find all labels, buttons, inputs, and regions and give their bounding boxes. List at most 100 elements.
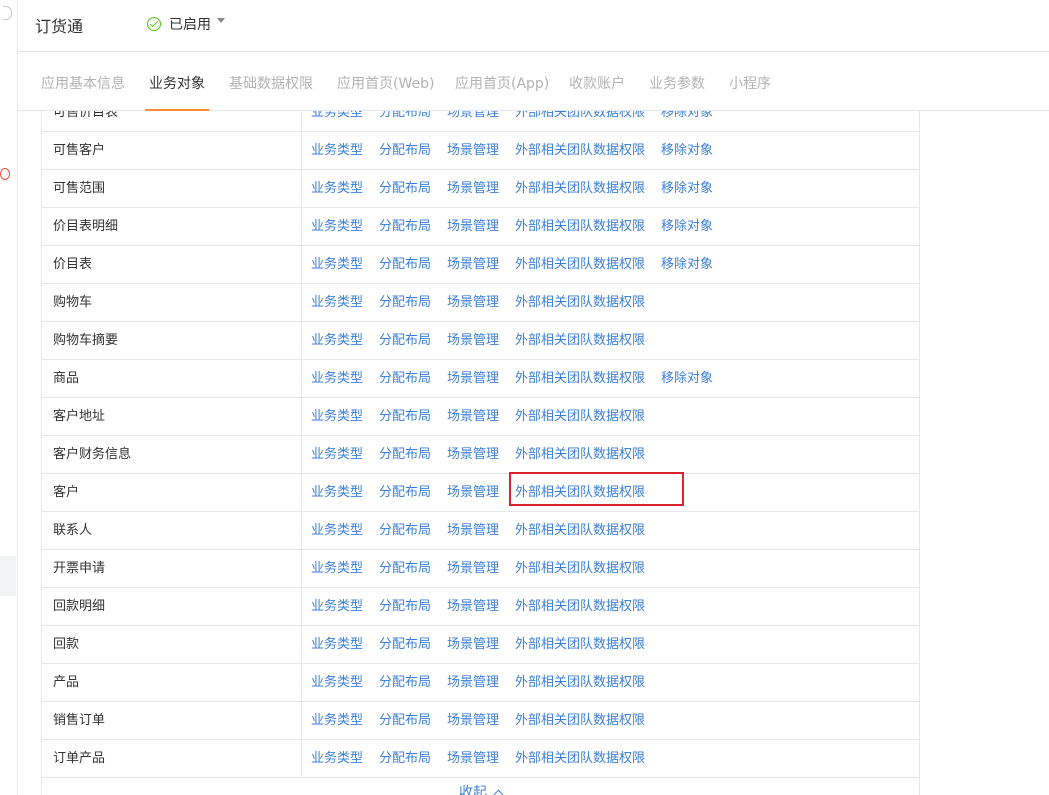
- external-team-permission-link[interactable]: 外部相关团队数据权限: [515, 512, 645, 549]
- assign-layout-link[interactable]: 分配布局: [379, 322, 431, 359]
- assign-layout-link[interactable]: 分配布局: [379, 588, 431, 625]
- assign-layout-link[interactable]: 分配布局: [379, 740, 431, 777]
- table-row: 价目表 业务类型 分配布局 场景管理 外部相关团队数据权限 移除对象: [41, 246, 920, 284]
- biz-type-link[interactable]: 业务类型: [311, 740, 363, 777]
- biz-type-link[interactable]: 业务类型: [311, 111, 363, 131]
- scene-management-link[interactable]: 场景管理: [447, 588, 499, 625]
- tab-home-app[interactable]: 应用首页(App): [455, 73, 549, 93]
- sidebar-active-item[interactable]: [0, 556, 16, 596]
- assign-layout-link[interactable]: 分配布局: [379, 360, 431, 397]
- remove-object-link[interactable]: 移除对象: [661, 111, 713, 131]
- assign-layout-link[interactable]: 分配布局: [379, 626, 431, 663]
- external-team-permission-link[interactable]: 外部相关团队数据权限: [515, 740, 645, 777]
- assign-layout-link[interactable]: 分配布局: [379, 550, 431, 587]
- tab-basic-data-permissions[interactable]: 基础数据权限: [229, 73, 313, 93]
- remove-object-link[interactable]: 移除对象: [661, 208, 713, 245]
- object-name: 联系人: [42, 512, 302, 549]
- biz-type-link[interactable]: 业务类型: [311, 132, 363, 169]
- external-team-permission-link[interactable]: 外部相关团队数据权限: [515, 474, 645, 511]
- table-row: 价目表明细 业务类型 分配布局 场景管理 外部相关团队数据权限 移除对象: [41, 208, 920, 246]
- external-team-permission-link[interactable]: 外部相关团队数据权限: [515, 284, 645, 321]
- scene-management-link[interactable]: 场景管理: [447, 626, 499, 663]
- tab-home-web[interactable]: 应用首页(Web): [337, 73, 434, 93]
- external-team-permission-link[interactable]: 外部相关团队数据权限: [515, 702, 645, 739]
- remove-object-link[interactable]: 移除对象: [661, 170, 713, 207]
- tab-mini-program[interactable]: 小程序: [729, 73, 771, 93]
- assign-layout-link[interactable]: 分配布局: [379, 398, 431, 435]
- assign-layout-link[interactable]: 分配布局: [379, 664, 431, 701]
- app-title: 订货通: [35, 17, 84, 36]
- biz-type-link[interactable]: 业务类型: [311, 474, 363, 511]
- object-name: 可售价目表: [42, 111, 302, 131]
- assign-layout-link[interactable]: 分配布局: [379, 246, 431, 283]
- scene-management-link[interactable]: 场景管理: [447, 170, 499, 207]
- remove-object-link[interactable]: 移除对象: [661, 360, 713, 397]
- assign-layout-link[interactable]: 分配布局: [379, 132, 431, 169]
- scene-management-link[interactable]: 场景管理: [447, 664, 499, 701]
- biz-type-link[interactable]: 业务类型: [311, 284, 363, 321]
- biz-type-link[interactable]: 业务类型: [311, 626, 363, 663]
- tab-business-params[interactable]: 业务参数: [649, 73, 705, 93]
- collapse-button[interactable]: 收起: [459, 782, 504, 795]
- biz-type-link[interactable]: 业务类型: [311, 588, 363, 625]
- external-team-permission-link[interactable]: 外部相关团队数据权限: [515, 550, 645, 587]
- scene-management-link[interactable]: 场景管理: [447, 398, 499, 435]
- scene-management-link[interactable]: 场景管理: [447, 702, 499, 739]
- external-team-permission-link[interactable]: 外部相关团队数据权限: [515, 170, 645, 207]
- external-team-permission-link[interactable]: 外部相关团队数据权限: [515, 398, 645, 435]
- biz-type-link[interactable]: 业务类型: [311, 246, 363, 283]
- table-row: 购物车摘要 业务类型 分配布局 场景管理 外部相关团队数据权限: [41, 322, 920, 360]
- external-team-permission-link[interactable]: 外部相关团队数据权限: [515, 208, 645, 245]
- biz-type-link[interactable]: 业务类型: [311, 550, 363, 587]
- tab-business-objects[interactable]: 业务对象: [149, 73, 205, 93]
- biz-type-link[interactable]: 业务类型: [311, 398, 363, 435]
- tab-payment-accounts[interactable]: 收款账户: [569, 73, 625, 93]
- biz-type-link[interactable]: 业务类型: [311, 702, 363, 739]
- scene-management-link[interactable]: 场景管理: [447, 436, 499, 473]
- object-name: 客户: [42, 474, 302, 511]
- biz-type-link[interactable]: 业务类型: [311, 322, 363, 359]
- external-team-permission-link[interactable]: 外部相关团队数据权限: [515, 436, 645, 473]
- biz-type-link[interactable]: 业务类型: [311, 664, 363, 701]
- scene-management-link[interactable]: 场景管理: [447, 284, 499, 321]
- assign-layout-link[interactable]: 分配布局: [379, 284, 431, 321]
- scene-management-link[interactable]: 场景管理: [447, 550, 499, 587]
- biz-type-link[interactable]: 业务类型: [311, 208, 363, 245]
- object-name: 客户地址: [42, 398, 302, 435]
- scene-management-link[interactable]: 场景管理: [447, 360, 499, 397]
- assign-layout-link[interactable]: 分配布局: [379, 474, 431, 511]
- external-team-permission-link[interactable]: 外部相关团队数据权限: [515, 664, 645, 701]
- biz-type-link[interactable]: 业务类型: [311, 360, 363, 397]
- assign-layout-link[interactable]: 分配布局: [379, 111, 431, 131]
- assign-layout-link[interactable]: 分配布局: [379, 512, 431, 549]
- status-dropdown[interactable]: 已启用: [147, 14, 225, 34]
- chevron-up-icon: [493, 789, 504, 795]
- remove-object-link[interactable]: 移除对象: [661, 246, 713, 283]
- assign-layout-link[interactable]: 分配布局: [379, 702, 431, 739]
- external-team-permission-link[interactable]: 外部相关团队数据权限: [515, 322, 645, 359]
- scene-management-link[interactable]: 场景管理: [447, 740, 499, 777]
- scene-management-link[interactable]: 场景管理: [447, 474, 499, 511]
- left-sidebar-strip: [0, 0, 18, 795]
- scene-management-link[interactable]: 场景管理: [447, 512, 499, 549]
- biz-type-link[interactable]: 业务类型: [311, 436, 363, 473]
- assign-layout-link[interactable]: 分配布局: [379, 208, 431, 245]
- external-team-permission-link[interactable]: 外部相关团队数据权限: [515, 246, 645, 283]
- external-team-permission-link[interactable]: 外部相关团队数据权限: [515, 132, 645, 169]
- scene-management-link[interactable]: 场景管理: [447, 111, 499, 131]
- biz-type-link[interactable]: 业务类型: [311, 512, 363, 549]
- scene-management-link[interactable]: 场景管理: [447, 246, 499, 283]
- tab-basic-info[interactable]: 应用基本信息: [41, 73, 125, 93]
- remove-object-link[interactable]: 移除对象: [661, 132, 713, 169]
- assign-layout-link[interactable]: 分配布局: [379, 170, 431, 207]
- external-team-permission-link[interactable]: 外部相关团队数据权限: [515, 111, 645, 131]
- external-team-permission-link[interactable]: 外部相关团队数据权限: [515, 626, 645, 663]
- biz-type-link[interactable]: 业务类型: [311, 170, 363, 207]
- external-team-permission-link[interactable]: 外部相关团队数据权限: [515, 360, 645, 397]
- scene-management-link[interactable]: 场景管理: [447, 132, 499, 169]
- scene-management-link[interactable]: 场景管理: [447, 208, 499, 245]
- scene-management-link[interactable]: 场景管理: [447, 322, 499, 359]
- assign-layout-link[interactable]: 分配布局: [379, 436, 431, 473]
- object-name: 可售客户: [42, 132, 302, 169]
- external-team-permission-link[interactable]: 外部相关团队数据权限: [515, 588, 645, 625]
